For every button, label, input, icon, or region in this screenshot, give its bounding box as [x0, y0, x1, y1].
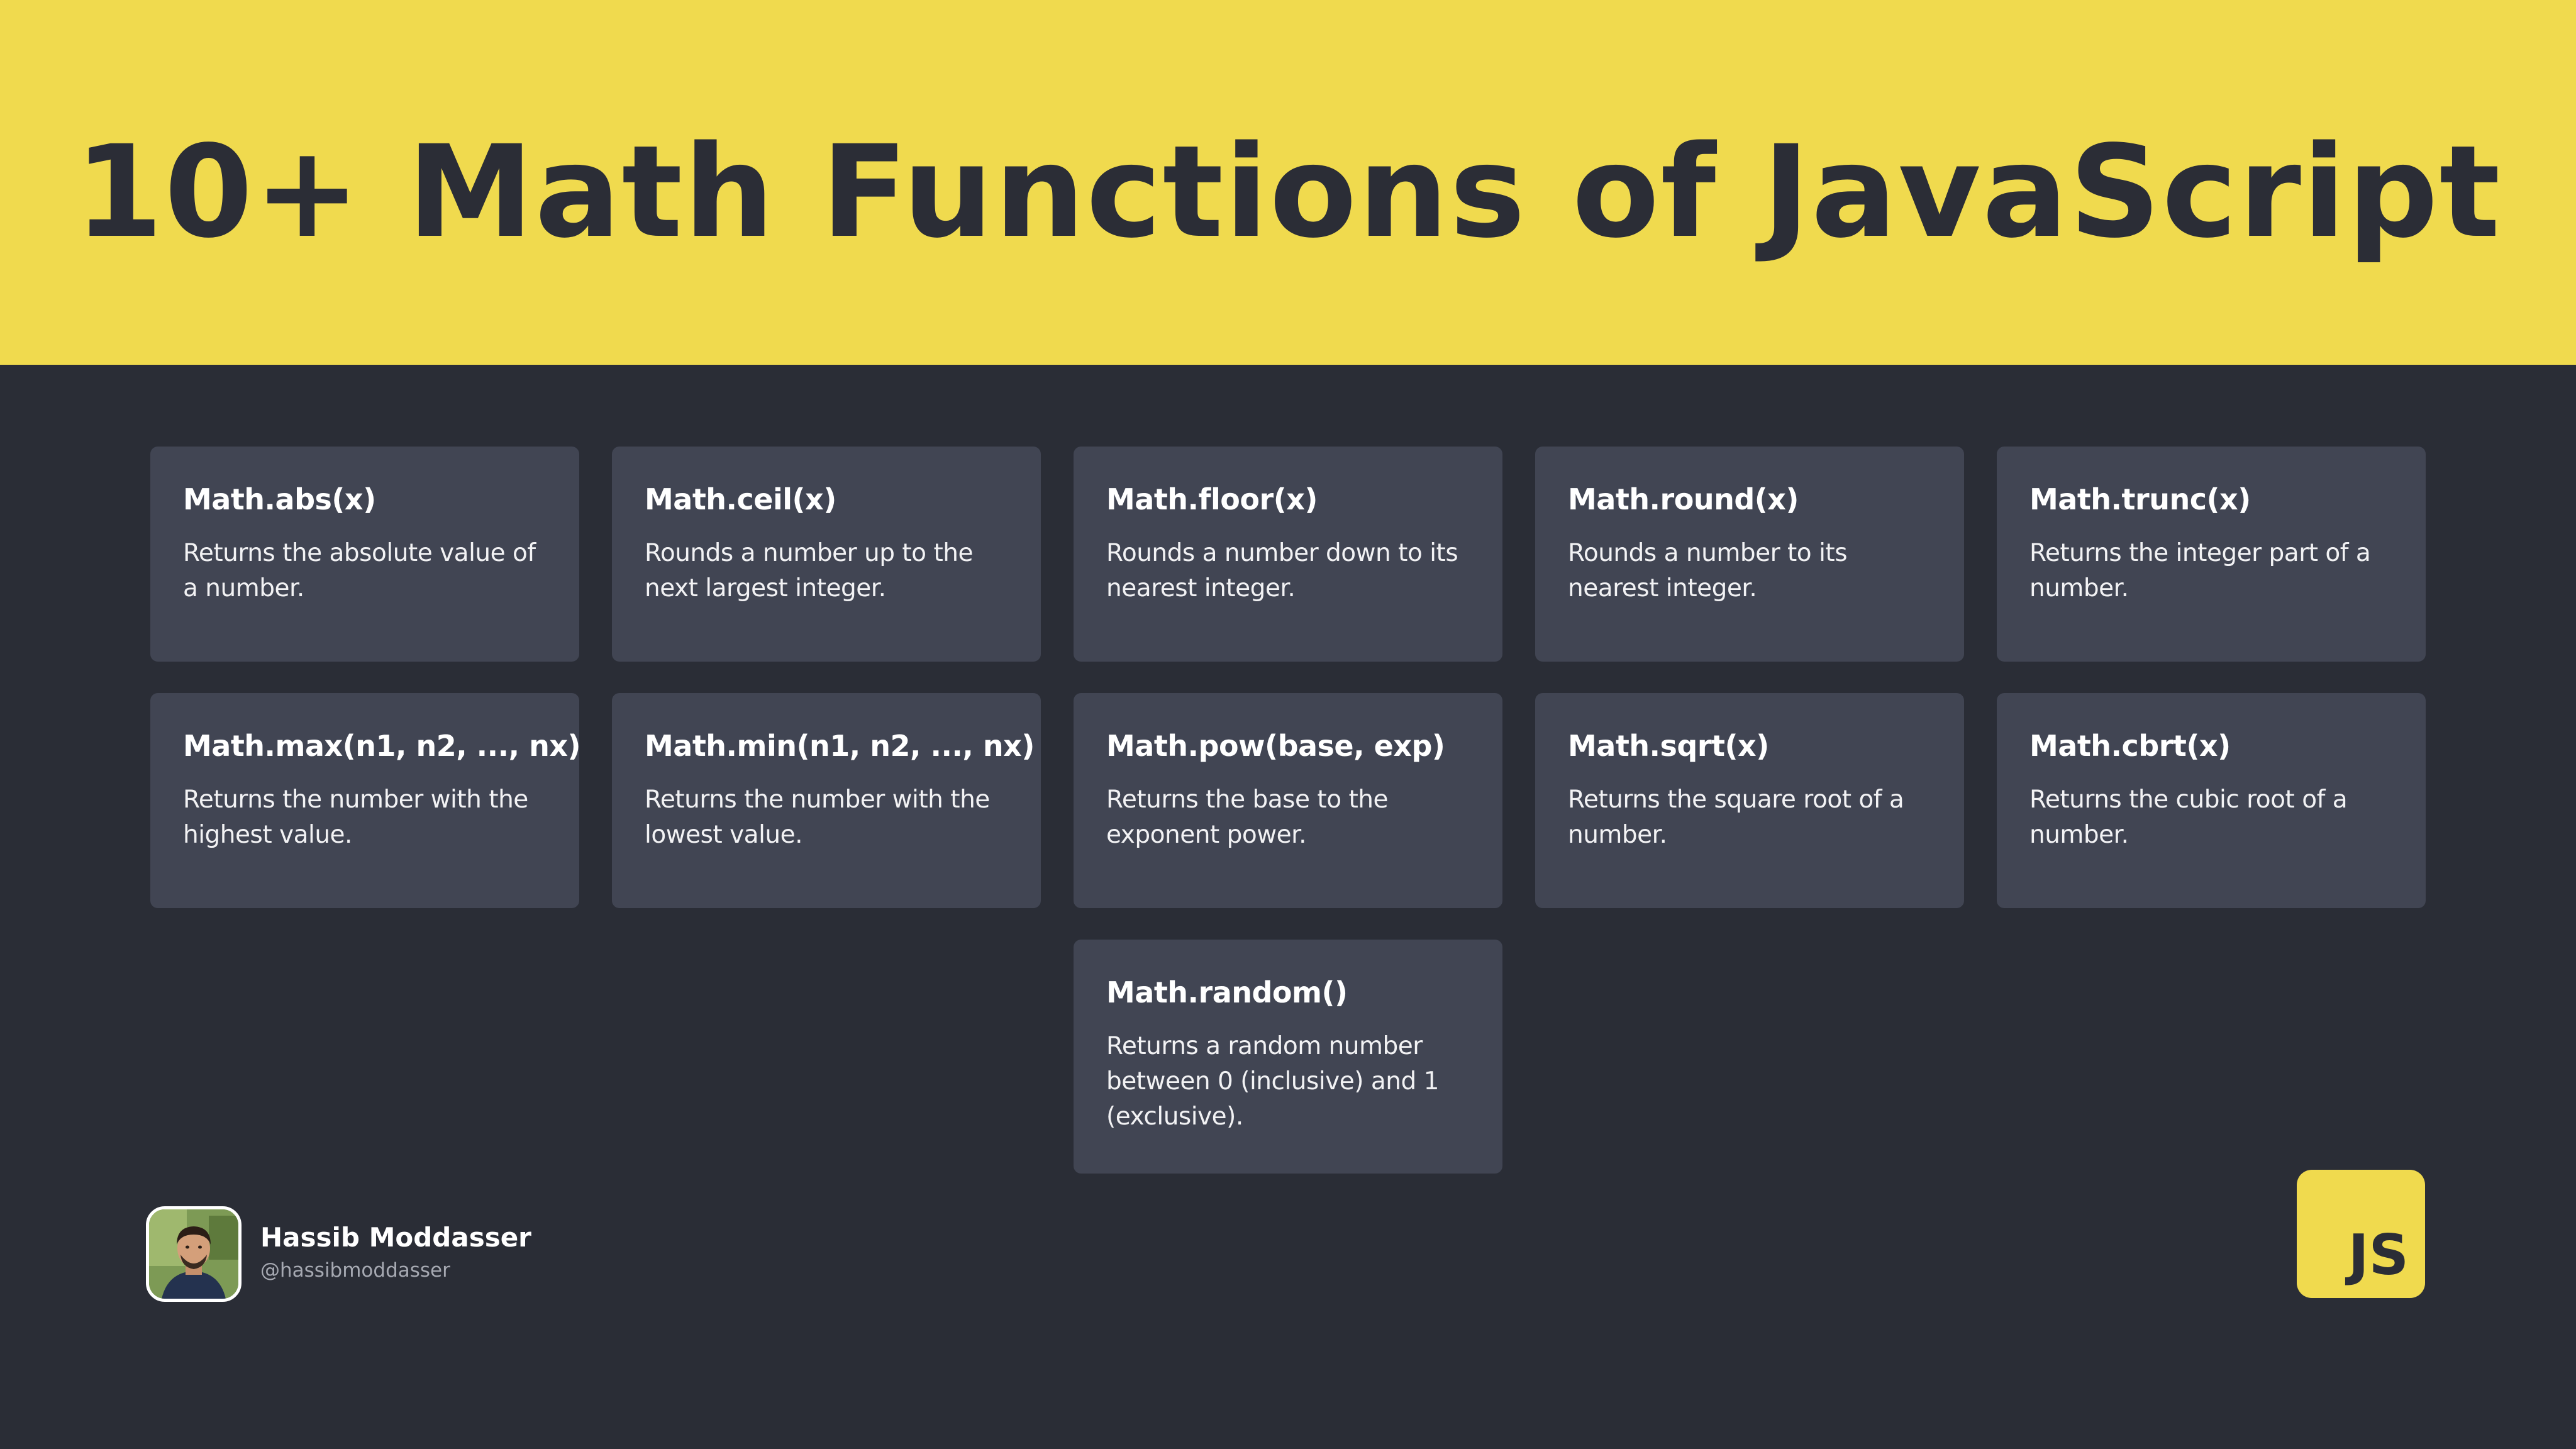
avatar-portrait-icon [149, 1209, 238, 1299]
card-math-abs: Math.abs(x) Returns the absolute value o… [150, 447, 579, 662]
card-description: Returns a random number between 0 (inclu… [1106, 1032, 1439, 1131]
card-math-round: Math.round(x) Rounds a number to its nea… [1535, 447, 1964, 662]
card-math-sqrt: Math.sqrt(x) Returns the square root of … [1535, 693, 1964, 908]
card-title: Math.max(n1, n2, ..., nx) [183, 729, 579, 763]
card-title: Math.random() [1106, 975, 1348, 1009]
card-title: Math.ceil(x) [645, 482, 836, 516]
card-description: Rounds a number down to its nearest inte… [1106, 539, 1458, 602]
card-title: Math.trunc(x) [2029, 482, 2251, 516]
card-title: Math.cbrt(x) [2029, 729, 2231, 763]
logo-text: JS [2348, 1223, 2409, 1287]
page-title: 10+ Math Functions of JavaScript [74, 118, 2502, 266]
card-title: Math.sqrt(x) [1568, 729, 1769, 763]
javascript-logo-icon: JS [2297, 1170, 2425, 1298]
card-title: Math.min(n1, n2, ..., nx) [645, 729, 1035, 763]
card-math-trunc: Math.trunc(x) Returns the integer part o… [1997, 447, 2426, 662]
card-description: Returns the number with the lowest value… [645, 786, 990, 849]
card-math-random: Math.random() Returns a random number be… [1074, 940, 1502, 1174]
card-title: Math.abs(x) [183, 482, 376, 516]
card-description: Returns the number with the highest valu… [183, 786, 528, 849]
card-description: Returns the integer part of a number. [2029, 539, 2371, 602]
author-block: Hassib Moddasser @hassibmoddasser [146, 1206, 586, 1304]
card-description: Returns the cubic root of a number. [2029, 786, 2348, 849]
card-title: Math.floor(x) [1106, 482, 1318, 516]
card-math-max: Math.max(n1, n2, ..., nx) Returns the nu… [150, 693, 579, 908]
card-math-min: Math.min(n1, n2, ..., nx) Returns the nu… [612, 693, 1041, 908]
author-name: Hassib Moddasser [260, 1222, 531, 1253]
card-math-pow: Math.pow(base, exp) Returns the base to … [1074, 693, 1502, 908]
card-title: Math.pow(base, exp) [1106, 729, 1445, 763]
card-math-cbrt: Math.cbrt(x) Returns the cubic root of a… [1997, 693, 2426, 908]
card-title: Math.round(x) [1568, 482, 1799, 516]
card-description: Rounds a number up to the next largest i… [645, 539, 973, 602]
card-description: Returns the square root of a number. [1568, 786, 1904, 849]
card-description: Returns the base to the exponent power. [1106, 786, 1388, 849]
card-math-floor: Math.floor(x) Rounds a number down to it… [1074, 447, 1502, 662]
card-description: Rounds a number to its nearest integer. [1568, 539, 1848, 602]
avatar [146, 1206, 242, 1302]
card-math-ceil: Math.ceil(x) Rounds a number up to the n… [612, 447, 1041, 662]
card-description: Returns the absolute value of a number. [183, 539, 536, 602]
author-handle: @hassibmoddasser [260, 1259, 450, 1282]
